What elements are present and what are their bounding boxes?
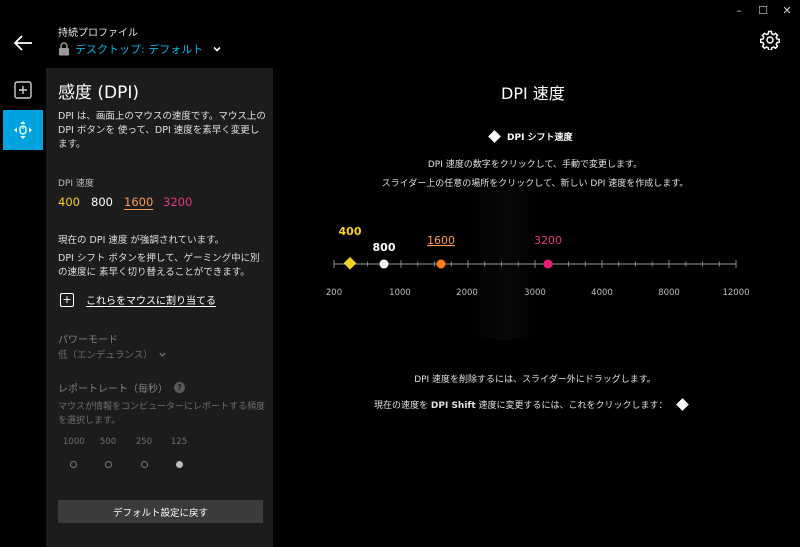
dpi-point-label-3200[interactable]: 3200 bbox=[534, 234, 562, 247]
report-rate-option-1000[interactable]: 1000 bbox=[63, 437, 85, 468]
scale-label: 3000 bbox=[524, 288, 546, 298]
maximize-button[interactable]: ☐ bbox=[758, 4, 768, 18]
set-shift-diamond-icon[interactable] bbox=[675, 398, 689, 411]
scale-label: 1000 bbox=[389, 288, 411, 298]
dpi-value-400[interactable]: 400 bbox=[58, 195, 91, 209]
dpi-settings-panel: 感度 (DPI) DPI は、画面上のマウスの速度です。マウス上の DPI ボタ… bbox=[46, 68, 273, 547]
power-mode-label: パワーモード bbox=[58, 335, 118, 346]
panel-description: DPI は、画面上のマウスの速度です。マウス上の DPI ボタンを 使って、DP… bbox=[58, 111, 266, 150]
scale-label: 8000 bbox=[658, 288, 680, 298]
back-arrow-icon[interactable] bbox=[12, 33, 34, 53]
help-icon[interactable]: ? bbox=[174, 382, 185, 393]
report-rate-title: レポートレート（毎秒） bbox=[58, 384, 168, 395]
report-rate-value: 125 bbox=[170, 437, 188, 447]
radio-dot[interactable] bbox=[104, 461, 112, 468]
shift-instruction-bold: DPI Shift bbox=[430, 401, 476, 411]
slider-points: 400 800 1600 3200 bbox=[339, 225, 562, 270]
chevron-down-icon[interactable] bbox=[212, 44, 222, 54]
dpi-slider[interactable]: 200 1000 2000 3000 4000 8000 12000 400 8… bbox=[300, 220, 760, 310]
dpi-point-1600[interactable] bbox=[436, 259, 446, 269]
persistent-profile-label: 持続プロファイル bbox=[58, 28, 138, 39]
dpi-speed-label: DPI 速度 bbox=[58, 179, 94, 189]
dpi-shift-note: DPI シフト ボタンを押して、ゲーミング中に別の速度に 素早く切り替えることが… bbox=[58, 253, 260, 278]
dpi-speed-title: DPI 速度 bbox=[501, 84, 565, 103]
assign-to-mouse-label[interactable]: これらをマウスに割り当てる bbox=[86, 292, 216, 307]
power-mode-select[interactable]: 低（エンデュランス） bbox=[58, 347, 167, 361]
shift-speed-instruction: 現在の速度を DPI Shift 速度に変更するには、これをクリックします： bbox=[374, 398, 689, 411]
power-mode-value: 低（エンデュランス） bbox=[58, 350, 153, 361]
dpi-values-list: 400 800 1600 3200 bbox=[58, 195, 198, 209]
chevron-down-icon bbox=[159, 352, 166, 357]
dpi-point-label-1600[interactable]: 1600 bbox=[427, 234, 455, 247]
scale-label: 4000 bbox=[591, 288, 613, 298]
shift-instruction-suffix: 速度に変更するには、これをクリックします： bbox=[478, 401, 668, 411]
lock-icon bbox=[59, 42, 69, 56]
dpi-shift-label: DPI シフト速度 bbox=[507, 133, 573, 143]
dpi-point-400-diamond[interactable] bbox=[343, 256, 357, 270]
radio-dot-selected[interactable] bbox=[175, 461, 183, 468]
dpi-point-label-400[interactable]: 400 bbox=[339, 225, 362, 238]
dpi-shift-legend: DPI シフト速度 bbox=[488, 130, 573, 143]
assign-to-mouse-link[interactable]: + これらをマウスに割り当てる bbox=[60, 292, 216, 307]
panel-title: 感度 (DPI) bbox=[58, 83, 140, 103]
add-feature-button[interactable] bbox=[3, 70, 43, 110]
window-controls: – ☐ ✕ bbox=[734, 4, 792, 18]
dpi-point-3200[interactable] bbox=[543, 259, 553, 269]
report-rate-label: レポートレート（毎秒） ? bbox=[58, 380, 185, 395]
reset-defaults-button[interactable]: デフォルト設定に戻す bbox=[58, 500, 263, 523]
instruction-click-number: DPI 速度の数字をクリックして、手動で変更します。 bbox=[427, 160, 643, 170]
dpi-point-800[interactable] bbox=[379, 259, 389, 269]
scale-label: 12000 bbox=[722, 288, 749, 298]
scale-label: 200 bbox=[326, 288, 342, 298]
radio-dot[interactable] bbox=[69, 461, 77, 468]
dpi-point-label-800[interactable]: 800 bbox=[373, 241, 396, 254]
remove-dpi-instruction: DPI 速度を削除するには、スライダー外にドラッグします。 bbox=[414, 375, 656, 385]
report-rate-value: 250 bbox=[135, 437, 153, 447]
dpi-value-1600[interactable]: 1600 bbox=[124, 195, 163, 209]
report-rate-description: マウスが情報をコンピューターにレポートする頻度を選択します。 bbox=[58, 402, 266, 426]
gear-icon[interactable] bbox=[760, 30, 780, 50]
radio-dot[interactable] bbox=[140, 461, 148, 468]
shift-instruction-prefix: 現在の速度を bbox=[374, 401, 429, 411]
report-rate-value: 1000 bbox=[63, 437, 85, 447]
dpi-value-800[interactable]: 800 bbox=[91, 195, 124, 209]
dpi-value-3200[interactable]: 3200 bbox=[163, 195, 198, 209]
instruction-click-slider: スライダー上の任意の場所をクリックして、新しい DPI 速度を作成します。 bbox=[381, 179, 689, 189]
current-dpi-note: 現在の DPI 速度 が強調されています。 bbox=[58, 235, 225, 246]
plus-square-icon: + bbox=[60, 292, 74, 307]
close-button[interactable]: ✕ bbox=[782, 4, 792, 18]
mouse-move-icon bbox=[14, 121, 32, 139]
dpi-sensitivity-button[interactable] bbox=[3, 110, 43, 150]
report-rate-option-125[interactable]: 125 bbox=[169, 437, 189, 468]
plus-square-icon bbox=[14, 81, 32, 99]
report-rate-option-500[interactable]: 500 bbox=[98, 437, 118, 468]
scale-label: 2000 bbox=[456, 288, 478, 298]
diamond-icon bbox=[488, 130, 501, 143]
profile-name[interactable]: デスクトップ: デフォルト bbox=[75, 41, 203, 57]
report-rate-option-250[interactable]: 250 bbox=[134, 437, 154, 468]
left-rail bbox=[3, 70, 43, 150]
report-rate-value: 500 bbox=[99, 437, 117, 447]
slider-scale-labels: 200 1000 2000 3000 4000 8000 12000 bbox=[326, 288, 750, 298]
minimize-button[interactable]: – bbox=[734, 4, 744, 18]
profile-selector[interactable]: デスクトップ: デフォルト bbox=[58, 41, 222, 57]
